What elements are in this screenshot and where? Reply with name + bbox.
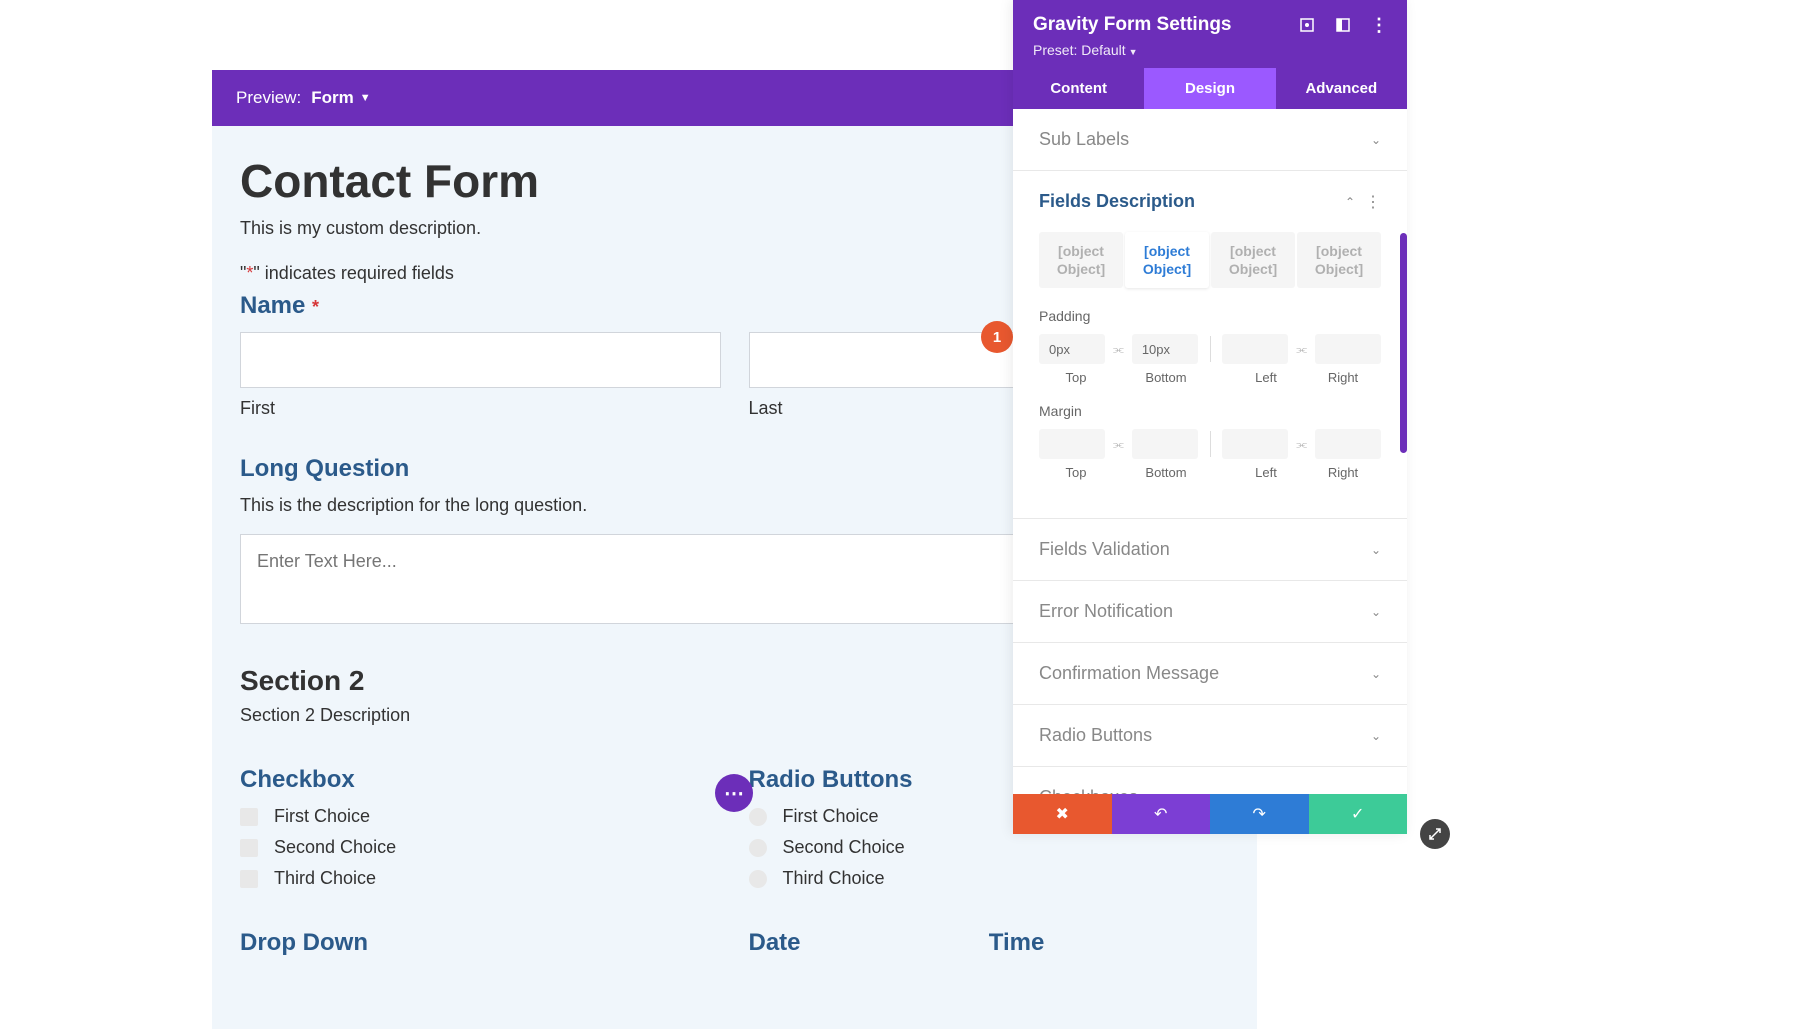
chevron-down-icon: ⌄ bbox=[1371, 791, 1381, 794]
link-icon[interactable]: ⫘ bbox=[1113, 437, 1124, 452]
redo-icon: ↷ bbox=[1253, 804, 1266, 824]
checkbox-choice[interactable]: First Choice bbox=[240, 806, 721, 827]
settings-content: Sub Labels ⌄ Fields Description ⌃⋮ [obje… bbox=[1013, 109, 1407, 794]
kebab-icon[interactable]: ⋮ bbox=[1371, 17, 1387, 33]
dropdown-label: Drop Down bbox=[240, 929, 721, 957]
first-name-sublabel: First bbox=[240, 398, 721, 419]
tab-advanced[interactable]: Advanced bbox=[1276, 68, 1407, 109]
style-tab-1[interactable]: [object Object] bbox=[1039, 232, 1123, 288]
preset-selector[interactable]: Preset: Default▼ bbox=[1033, 42, 1387, 58]
padding-label: Padding bbox=[1039, 308, 1381, 324]
margin-top-input[interactable] bbox=[1039, 429, 1105, 459]
chevron-down-icon: ⌄ bbox=[1371, 133, 1381, 147]
check-icon: ✓ bbox=[1351, 804, 1364, 824]
accordion-fields-description[interactable]: Fields Description ⌃⋮ bbox=[1013, 171, 1407, 232]
radio-icon bbox=[749, 808, 767, 826]
date-label: Date bbox=[749, 929, 989, 957]
padding-top-input[interactable] bbox=[1039, 334, 1105, 364]
accordion-fields-validation[interactable]: Fields Validation⌄ bbox=[1013, 519, 1407, 580]
first-name-input[interactable] bbox=[240, 332, 721, 388]
radio-icon bbox=[749, 839, 767, 857]
link-icon[interactable]: ⫘ bbox=[1296, 437, 1307, 452]
settings-footer: ✖ ↶ ↷ ✓ bbox=[1013, 794, 1407, 834]
padding-left-input[interactable] bbox=[1222, 334, 1288, 364]
expand-icon bbox=[1428, 827, 1442, 841]
accordion-sub-labels[interactable]: Sub Labels ⌄ bbox=[1013, 109, 1407, 170]
margin-label: Margin bbox=[1039, 403, 1381, 419]
margin-right-input[interactable] bbox=[1315, 429, 1381, 459]
chevron-down-icon: ⌄ bbox=[1371, 667, 1381, 681]
dock-icon[interactable] bbox=[1335, 17, 1351, 33]
chevron-down-icon: ⌄ bbox=[1371, 729, 1381, 743]
dots-icon: ⋯ bbox=[724, 781, 744, 806]
style-tab-3[interactable]: [object Object] bbox=[1211, 232, 1295, 288]
chevron-up-icon: ⌃ bbox=[1345, 195, 1355, 209]
close-button[interactable]: ✖ bbox=[1013, 794, 1112, 834]
padding-right-input[interactable] bbox=[1315, 334, 1381, 364]
tab-content[interactable]: Content bbox=[1013, 68, 1144, 109]
checkbox-choice[interactable]: Third Choice bbox=[240, 868, 721, 889]
accordion-error-notification[interactable]: Error Notification⌄ bbox=[1013, 581, 1407, 642]
margin-left-input[interactable] bbox=[1222, 429, 1288, 459]
more-actions-fab[interactable]: ⋯ bbox=[715, 774, 753, 812]
radio-choice[interactable]: Second Choice bbox=[749, 837, 1230, 858]
checkbox-icon bbox=[240, 870, 258, 888]
style-tab-4[interactable]: [object Object] bbox=[1297, 232, 1381, 288]
settings-header: Gravity Form Settings ⋮ Preset: Default▼ bbox=[1013, 0, 1407, 68]
close-icon: ✖ bbox=[1056, 804, 1069, 824]
link-icon[interactable]: ⫘ bbox=[1296, 342, 1307, 357]
save-button[interactable]: ✓ bbox=[1309, 794, 1408, 834]
preview-label: Preview: bbox=[236, 88, 301, 108]
settings-title: Gravity Form Settings bbox=[1033, 14, 1232, 36]
settings-tabs: Content Design Advanced bbox=[1013, 68, 1407, 109]
accordion-confirmation[interactable]: Confirmation Message⌄ bbox=[1013, 643, 1407, 704]
radio-choice[interactable]: Third Choice bbox=[749, 868, 1230, 889]
undo-icon: ↶ bbox=[1154, 804, 1167, 824]
preview-form-selector[interactable]: Form ▼ bbox=[311, 88, 370, 108]
margin-bottom-input[interactable] bbox=[1132, 429, 1198, 459]
scrollbar-thumb[interactable] bbox=[1400, 233, 1407, 453]
radio-icon bbox=[749, 870, 767, 888]
accordion-checkboxes[interactable]: Checkboxes⌄ bbox=[1013, 767, 1407, 794]
accordion-radio-buttons[interactable]: Radio Buttons⌄ bbox=[1013, 705, 1407, 766]
style-tab-2[interactable]: [object Object] bbox=[1125, 232, 1209, 288]
redo-button[interactable]: ↷ bbox=[1210, 794, 1309, 834]
time-label: Time bbox=[989, 929, 1229, 957]
chevron-down-icon: ⌄ bbox=[1371, 605, 1381, 619]
settings-panel: Gravity Form Settings ⋮ Preset: Default▼… bbox=[1013, 0, 1407, 834]
checkbox-icon bbox=[240, 808, 258, 826]
padding-bottom-input[interactable] bbox=[1132, 334, 1198, 364]
chevron-down-icon: ⌄ bbox=[1371, 543, 1381, 557]
kebab-icon[interactable]: ⋮ bbox=[1365, 192, 1381, 212]
caret-down-icon: ▼ bbox=[360, 92, 371, 104]
checkbox-label: Checkbox bbox=[240, 766, 721, 794]
badge-1: 1 bbox=[981, 321, 1013, 353]
tab-design[interactable]: Design bbox=[1144, 68, 1275, 109]
checkbox-choice[interactable]: Second Choice bbox=[240, 837, 721, 858]
checkbox-icon bbox=[240, 839, 258, 857]
snap-icon[interactable] bbox=[1299, 17, 1315, 33]
expand-fab[interactable] bbox=[1420, 819, 1450, 849]
link-icon[interactable]: ⫘ bbox=[1113, 342, 1124, 357]
undo-button[interactable]: ↶ bbox=[1112, 794, 1211, 834]
